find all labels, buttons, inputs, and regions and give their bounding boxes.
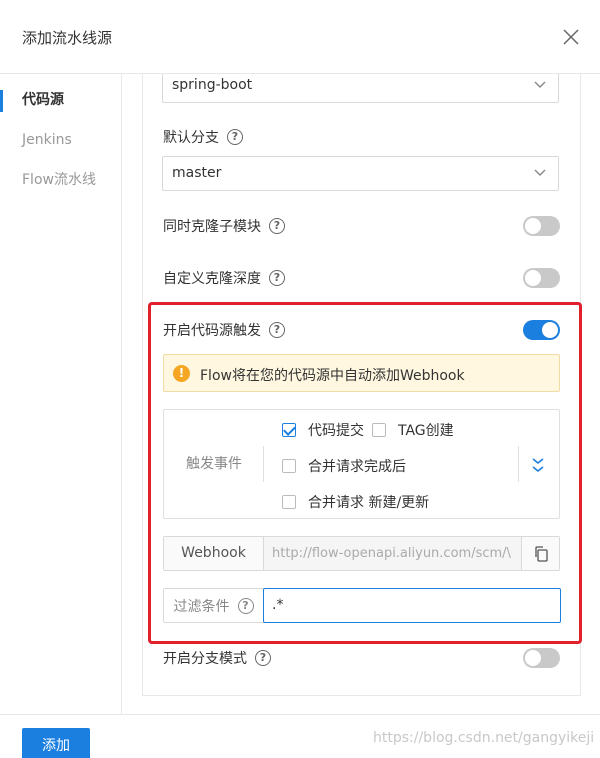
form-content: spring-boot 默认分支 ? master 同时克隆子模块 ? 自定义克… — [122, 74, 600, 714]
filter-label: 过滤条件 ? — [164, 589, 264, 622]
clone-submodules-label-text: 同时克隆子模块 — [163, 219, 261, 235]
event-checkbox-tag-create[interactable]: TAG创建 — [372, 420, 454, 440]
chevron-down-icon — [534, 169, 546, 176]
event-checkbox-merge-create-update[interactable]: 合并请求 新建/更新 — [282, 492, 429, 512]
trigger-events-box: 触发事件 代码提交 TAG创建 合并请求完成后 合并请求 新建/更新 — [163, 409, 560, 519]
enable-trigger-label: 开启代码源触发 ? — [163, 320, 285, 340]
checkbox-icon — [282, 495, 296, 509]
trigger-events-label: 触发事件 — [186, 456, 242, 472]
custom-clone-depth-label-text: 自定义克隆深度 — [163, 271, 261, 287]
clone-submodules-label: 同时克隆子模块 ? — [163, 216, 285, 236]
warning-icon: ! — [173, 365, 190, 382]
branch-mode-label: 开启分支模式 ? — [163, 648, 271, 668]
default-branch-value: master — [172, 165, 222, 181]
watermark: https://blog.csdn.net/gangyikeji — [373, 730, 595, 746]
webhook-notice: ! Flow将在您的代码源中自动添加Webhook — [163, 354, 560, 392]
close-icon[interactable] — [560, 26, 582, 48]
event-label: 合并请求完成后 — [308, 459, 406, 475]
help-icon[interactable]: ? — [237, 597, 254, 614]
divider — [518, 446, 519, 482]
default-branch-select[interactable]: master — [162, 156, 559, 191]
custom-clone-depth-toggle[interactable] — [523, 268, 560, 288]
event-label: TAG创建 — [398, 423, 454, 439]
default-branch-label-text: 默认分支 — [163, 130, 219, 146]
help-icon[interactable]: ? — [269, 322, 285, 338]
chevron-down-icon — [534, 81, 546, 88]
webhook-notice-text: Flow将在您的代码源中自动添加Webhook — [200, 368, 465, 384]
checkbox-icon — [372, 423, 386, 437]
event-checkbox-merge-complete[interactable]: 合并请求完成后 — [282, 456, 406, 476]
event-checkbox-code-push[interactable]: 代码提交 — [282, 420, 364, 440]
sidebar-item-code-source[interactable]: 代码源 — [0, 80, 121, 120]
webhook-row: Webhook http://flow-openapi.aliyun.com/s… — [163, 536, 560, 571]
webhook-url-input[interactable]: http://flow-openapi.aliyun.com/scm/\ — [264, 537, 522, 570]
custom-clone-depth-label: 自定义克隆深度 ? — [163, 268, 285, 288]
enable-trigger-toggle[interactable] — [523, 320, 560, 340]
filter-row: 过滤条件 ? .* — [163, 588, 561, 623]
branch-mode-toggle[interactable] — [523, 648, 560, 668]
webhook-label: Webhook — [164, 537, 264, 570]
default-branch-label: 默认分支 ? — [163, 127, 243, 147]
filter-input[interactable]: .* — [263, 588, 561, 623]
sidebar: 代码源 Jenkins Flow流水线 — [0, 74, 122, 714]
help-icon[interactable]: ? — [255, 650, 271, 666]
enable-trigger-label-text: 开启代码源触发 — [163, 323, 261, 339]
clone-submodules-toggle[interactable] — [523, 216, 560, 236]
divider — [263, 446, 264, 482]
branch-mode-label-text: 开启分支模式 — [163, 651, 247, 667]
dialog-header: 添加流水线源 — [0, 0, 600, 74]
event-label: 代码提交 — [308, 423, 364, 439]
filter-label-text: 过滤条件 — [173, 598, 230, 615]
repo-select-value: spring-boot — [172, 77, 253, 93]
checkbox-icon — [282, 423, 296, 437]
collapse-icon[interactable] — [529, 456, 547, 474]
event-label: 合并请求 新建/更新 — [308, 495, 430, 511]
dialog-title: 添加流水线源 — [22, 29, 113, 47]
repo-select[interactable]: spring-boot — [162, 74, 559, 103]
help-icon[interactable]: ? — [269, 218, 285, 234]
sidebar-item-flow-pipeline[interactable]: Flow流水线 — [0, 160, 121, 200]
add-button[interactable]: 添加 — [22, 728, 90, 758]
sidebar-item-jenkins[interactable]: Jenkins — [0, 120, 121, 160]
help-icon[interactable]: ? — [269, 270, 285, 286]
help-icon[interactable]: ? — [227, 129, 243, 145]
copy-icon — [535, 546, 548, 562]
checkbox-icon — [282, 459, 296, 473]
copy-button[interactable] — [521, 537, 559, 570]
